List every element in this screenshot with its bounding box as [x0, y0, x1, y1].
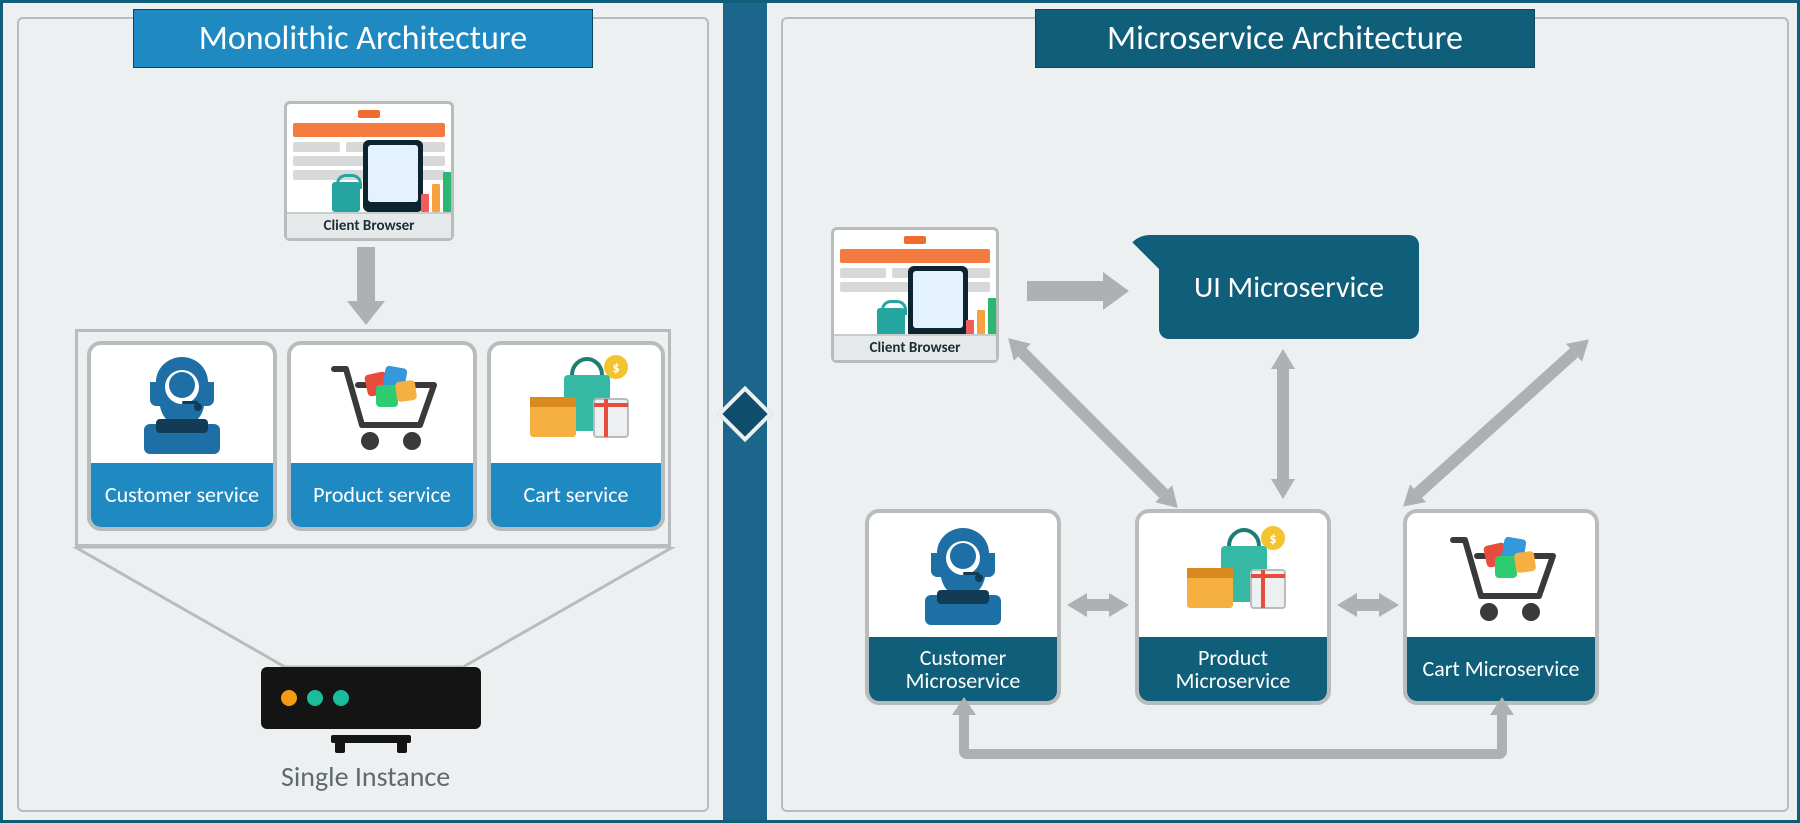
microservice-title: Microservice Architecture	[1107, 18, 1463, 59]
shopping-illustration-icon	[885, 260, 990, 338]
monolithic-title: Monolithic Architecture	[199, 18, 527, 59]
customer-microservice-card: Customer Microservice	[865, 509, 1061, 705]
product-service-label: Product service	[291, 463, 473, 527]
client-browser-label: Client Browser	[834, 334, 996, 360]
cart-service-card: $ Cart service	[487, 341, 665, 531]
biarrow-vertical-icon	[1271, 349, 1295, 499]
customer-agent-icon	[903, 520, 1023, 630]
shopping-bags-icon: $	[1173, 520, 1293, 630]
client-browser-right: Client Browser	[831, 227, 999, 363]
customer-service-label: Customer service	[91, 463, 273, 527]
biarrow-prod-cart-icon	[1337, 593, 1399, 617]
u-connector-icon	[959, 715, 1507, 759]
server-icon	[261, 667, 481, 729]
arrow-right-icon	[1027, 281, 1105, 301]
cart-microservice-card: Cart Microservice	[1403, 509, 1599, 705]
ui-microservice-box: UI Microservice	[1159, 235, 1419, 339]
cart-microservice-label: Cart Microservice	[1407, 637, 1595, 701]
client-browser-left: Client Browser	[284, 101, 454, 241]
biarrow-cust-prod-icon	[1067, 593, 1129, 617]
client-browser-label: Client Browser	[287, 212, 451, 238]
svg-text:$: $	[1269, 530, 1276, 547]
monolithic-panel: Monolithic Architecture Client Browser	[17, 17, 709, 812]
arrow-down-icon	[357, 247, 375, 303]
biarrow-diag-left-icon	[1000, 330, 1187, 517]
customer-microservice-label: Customer Microservice	[869, 637, 1057, 701]
shopping-cart-icon	[322, 349, 442, 459]
customer-service-card: Customer service	[87, 341, 277, 531]
monolithic-title-banner: Monolithic Architecture	[133, 9, 593, 68]
single-instance-label: Single Instance	[281, 759, 450, 794]
customer-agent-icon	[122, 349, 242, 459]
product-service-card: Product service	[287, 341, 477, 531]
shopping-cart-icon	[1441, 520, 1561, 630]
shopping-illustration-icon	[340, 134, 445, 212]
product-microservice-card: $ Product Microservice	[1135, 509, 1331, 705]
funnel-icon	[65, 547, 683, 679]
biarrow-diag-right-icon	[1395, 330, 1597, 515]
shopping-bags-icon: $	[516, 349, 636, 459]
ui-microservice-label: UI Microservice	[1194, 271, 1384, 304]
microservice-panel: Microservice Architecture Client Browser…	[781, 17, 1789, 812]
svg-text:$: $	[612, 359, 619, 376]
microservice-title-banner: Microservice Architecture	[1035, 9, 1535, 68]
product-microservice-label: Product Microservice	[1139, 637, 1327, 701]
cart-service-label: Cart service	[491, 463, 661, 527]
